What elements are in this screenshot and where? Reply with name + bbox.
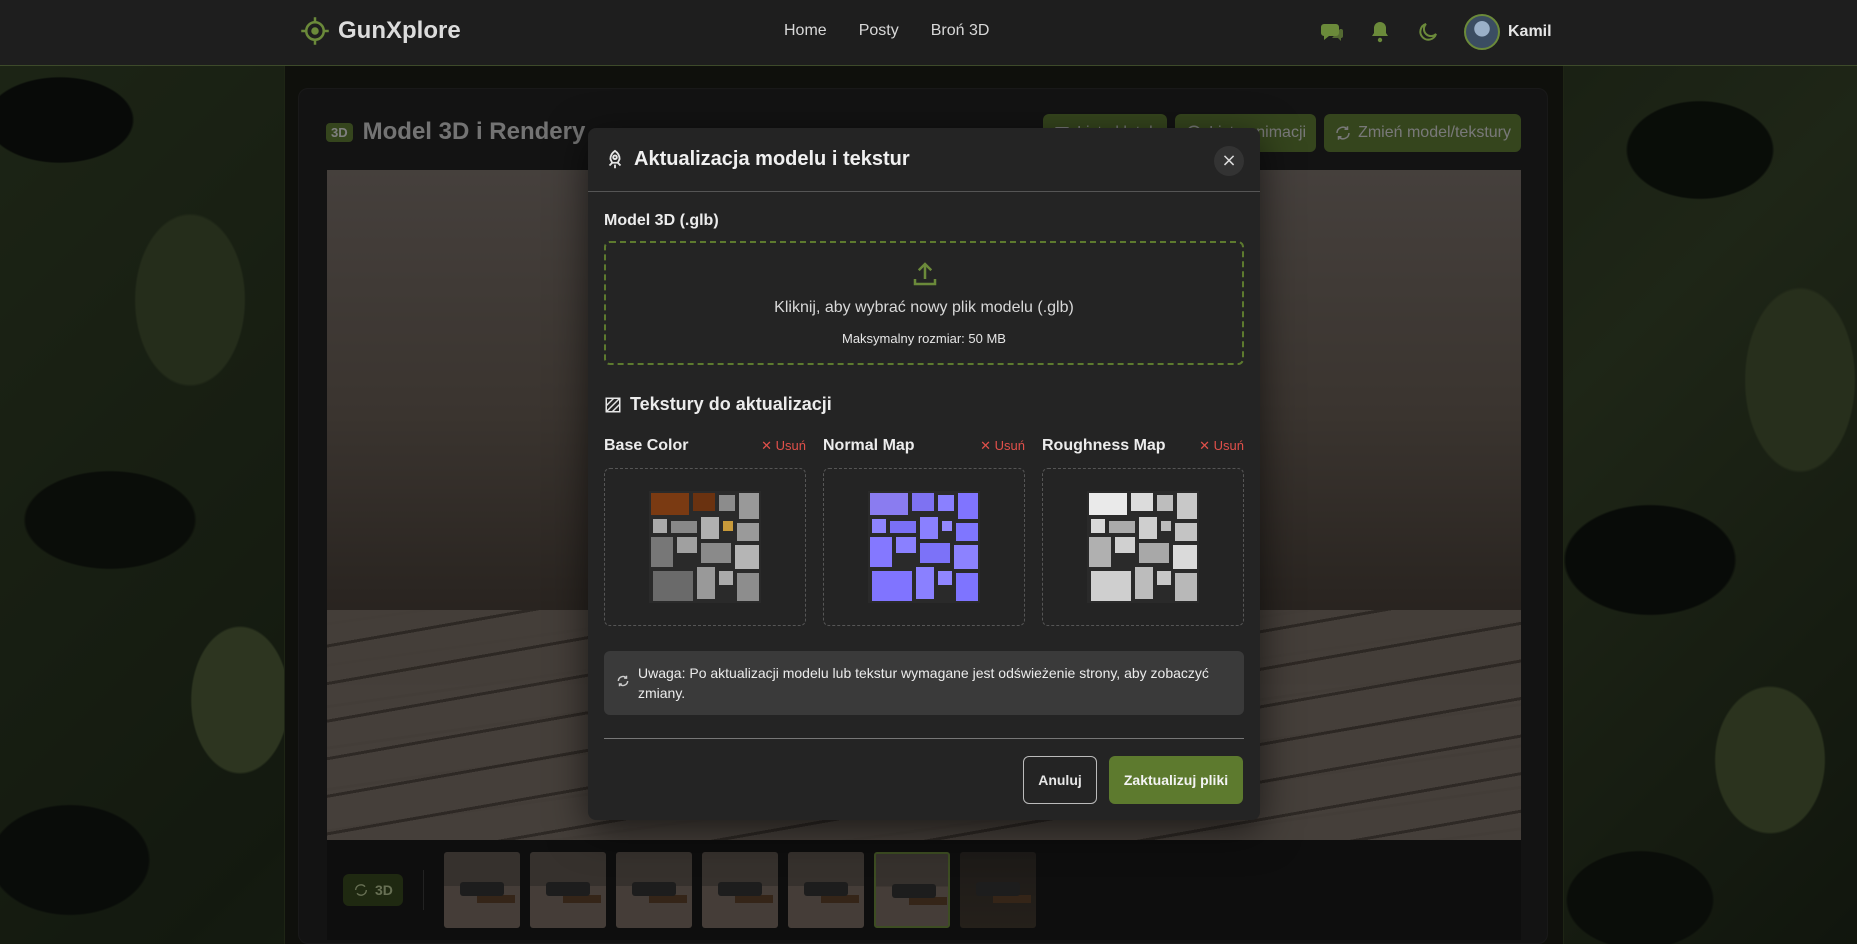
modal-title: Aktualizacja modelu i tekstur	[634, 148, 910, 170]
texture-name: Roughness Map	[1042, 437, 1166, 454]
nav-link-posty[interactable]: Posty	[859, 22, 899, 40]
texture-roughness-map: Roughness Map ✕ Usuń	[1042, 436, 1244, 626]
remove-texture-button[interactable]: ✕ Usuń	[980, 438, 1025, 454]
nav-links: Home Posty Broń 3D	[784, 22, 989, 40]
texture-name: Base Color	[604, 437, 689, 454]
moon-icon[interactable]	[1416, 20, 1440, 44]
nav-link-home[interactable]: Home	[784, 22, 827, 40]
model-label: Model 3D (.glb)	[604, 212, 719, 229]
remove-texture-button[interactable]: ✕ Usuń	[761, 438, 806, 454]
textures-header: Tekstury do aktualizacji	[604, 394, 832, 415]
avatar	[1464, 14, 1500, 50]
brand[interactable]: GunXplore	[300, 16, 461, 46]
divider	[604, 738, 1244, 739]
upload-icon	[913, 262, 937, 286]
remove-texture-button[interactable]: ✕ Usuń	[1199, 438, 1244, 454]
normal-map-atlas	[868, 491, 980, 603]
texture-preview[interactable]	[1042, 468, 1244, 626]
notice-text: Uwaga: Po aktualizacji modelu lub tekstu…	[638, 665, 1209, 701]
texture-normal-map: Normal Map ✕ Usuń	[823, 436, 1025, 626]
dropzone-text: Kliknij, aby wybrać nowy plik modelu (.g…	[774, 299, 1074, 316]
texture-preview[interactable]	[604, 468, 806, 626]
texture-icon	[605, 397, 621, 412]
close-button[interactable]: ×	[1214, 146, 1244, 176]
textures-title: Tekstury do aktualizacji	[630, 394, 832, 414]
crosshair-icon	[301, 17, 329, 45]
chat-icon[interactable]	[1320, 20, 1344, 44]
nav-link-bron-3d[interactable]: Broń 3D	[931, 22, 990, 40]
dropzone-max-size: Maksymalny rozmiar: 50 MB	[842, 331, 1006, 346]
texture-base-color: Base Color ✕ Usuń	[604, 436, 806, 626]
user-menu[interactable]: Kamil	[1464, 14, 1552, 50]
update-files-button[interactable]: Zaktualizuj pliki	[1109, 756, 1243, 804]
rocket-icon	[608, 149, 622, 168]
roughness-map-atlas	[1087, 491, 1199, 603]
texture-name: Normal Map	[823, 437, 915, 454]
refresh-icon	[617, 675, 629, 687]
base-color-atlas	[649, 491, 761, 603]
update-model-modal: Aktualizacja modelu i tekstur × Model 3D…	[588, 128, 1260, 820]
top-navbar: GunXplore Home Posty Broń 3D Kamil	[0, 0, 1857, 66]
bell-icon[interactable]	[1368, 20, 1392, 44]
cancel-button[interactable]: Anuluj	[1023, 756, 1097, 804]
texture-preview[interactable]	[823, 468, 1025, 626]
user-name: Kamil	[1508, 23, 1552, 40]
model-dropzone[interactable]: Kliknij, aby wybrać nowy plik modelu (.g…	[604, 241, 1244, 365]
nav-actions: Kamil	[1320, 14, 1552, 50]
brand-name: GunXplore	[338, 17, 461, 44]
modal-header: Aktualizacja modelu i tekstur ×	[588, 128, 1260, 192]
refresh-notice: Uwaga: Po aktualizacji modelu lub tekstu…	[604, 651, 1244, 715]
